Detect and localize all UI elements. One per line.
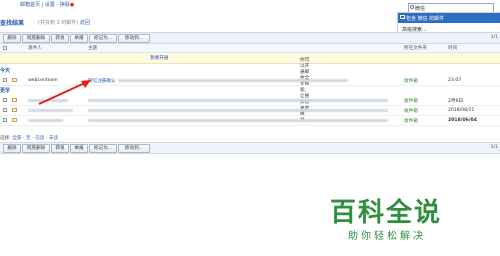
- row-sender-blurred: [28, 109, 73, 112]
- col-time[interactable]: 时间: [448, 45, 457, 51]
- search-icon: [410, 5, 414, 9]
- row-checkbox[interactable]: [3, 108, 7, 112]
- forward-button[interactable]: 转发: [51, 144, 69, 153]
- inbox-home-link[interactable]: 邮箱首页: [20, 2, 40, 8]
- select-unread-link[interactable]: 未读: [49, 136, 58, 141]
- suggestion-label: 包含 微信 的邮件: [406, 16, 445, 22]
- row-subject-blurred: [88, 109, 388, 112]
- group-today: 今天: [0, 68, 11, 74]
- row-folder: 收件箱: [404, 99, 418, 104]
- envelope-icon: [12, 108, 17, 112]
- row-subject-blurred: [88, 99, 388, 102]
- row-checkbox[interactable]: [3, 98, 7, 102]
- col-sender[interactable]: 发件人: [28, 45, 42, 51]
- col-subject[interactable]: 主题: [88, 45, 97, 51]
- row-folder: 收件箱: [404, 79, 418, 84]
- row-time: 23:07: [448, 78, 462, 83]
- report-button[interactable]: 举报: [70, 34, 88, 43]
- row-time: 2月6日: [448, 99, 464, 104]
- select-label: 选择:: [0, 136, 11, 141]
- settings-link[interactable]: 设置: [45, 2, 55, 8]
- summary-prefix: (共找到: [38, 20, 55, 26]
- back-link[interactable]: 返回: [80, 20, 90, 26]
- table-row[interactable]: 收件箱 2018/06/04: [0, 116, 500, 126]
- fulltext-search-notice: 你可以开通邮件全文搜索，让搜索结果更精准。我要开通: [0, 53, 500, 123]
- row-preview-blurred: [118, 79, 348, 82]
- col-folder[interactable]: 所在文件夹: [404, 45, 427, 51]
- mark-as-button[interactable]: 标记为...: [89, 144, 117, 153]
- row-folder: 收件箱: [404, 109, 418, 114]
- row-folder: 收件箱: [404, 119, 418, 124]
- select-read-link[interactable]: 已读: [35, 136, 44, 141]
- watermark-brand: 百科全说: [330, 198, 443, 228]
- suggestion-contains-keyword[interactable]: 包含 微信 的邮件: [398, 13, 500, 23]
- search-query: 微信: [415, 6, 426, 12]
- select-all-checkbox[interactable]: [3, 46, 7, 50]
- permanent-delete-button[interactable]: 彻底删除: [22, 34, 50, 43]
- pager: 1/1: [490, 35, 498, 40]
- select-all-link[interactable]: 全部: [12, 136, 21, 141]
- enable-fulltext-link[interactable]: 我要开通: [150, 56, 168, 61]
- switch-skin-link[interactable]: 换肤: [60, 2, 70, 8]
- mail-icon: [400, 15, 405, 19]
- result-count: 3: [56, 20, 60, 26]
- forward-button[interactable]: 转发: [51, 34, 69, 43]
- delete-button[interactable]: 删除: [3, 144, 21, 153]
- move-to-button[interactable]: 移动到...: [118, 34, 150, 43]
- row-time: 2018/08/11: [448, 108, 475, 113]
- results-summary: (共找到 3 封邮件) 返回: [38, 19, 90, 26]
- mark-as-button[interactable]: 标记为...: [89, 34, 117, 43]
- new-dot: ●: [69, 2, 75, 8]
- toolbar-top: 删除 彻底删除 转发 举报 标记为... 移动到... 1/1: [0, 32, 500, 44]
- envelope-icon: [12, 78, 17, 82]
- delete-button[interactable]: 删除: [3, 34, 21, 43]
- select-none-link[interactable]: 无: [26, 136, 31, 141]
- column-header: 发件人 主题 所在文件夹 时间: [0, 44, 500, 53]
- envelope-icon: [12, 118, 17, 122]
- toolbar-bottom: 删除 彻底删除 转发 举报 标记为... 移动到... 1/1: [0, 142, 500, 154]
- move-to-button[interactable]: 移动到...: [118, 144, 150, 153]
- row-time: 2018/06/04: [448, 118, 477, 123]
- arrow-shaft: [38, 81, 88, 105]
- top-links: 邮箱首页 | 设置 - 换肤●: [20, 2, 75, 8]
- red-arrow-annotation: [38, 80, 91, 105]
- group-earlier: 更早: [0, 88, 11, 94]
- row-checkbox[interactable]: [3, 78, 7, 82]
- page-title: 查找结果: [0, 20, 25, 27]
- report-button[interactable]: 举报: [70, 144, 88, 153]
- envelope-icon: [12, 98, 17, 102]
- summary-suffix: 封邮件): [61, 20, 79, 26]
- select-bar: 选择: 全部 - 无 - 已读 - 未读: [0, 136, 59, 141]
- permanent-delete-button[interactable]: 彻底删除: [22, 144, 50, 153]
- row-checkbox[interactable]: [3, 118, 7, 122]
- row-sender-blurred: [28, 119, 63, 122]
- watermark-slogan: 助你轻松解决: [348, 231, 426, 242]
- pager: 1/1: [490, 145, 498, 150]
- row-subject-blurred: [88, 119, 388, 122]
